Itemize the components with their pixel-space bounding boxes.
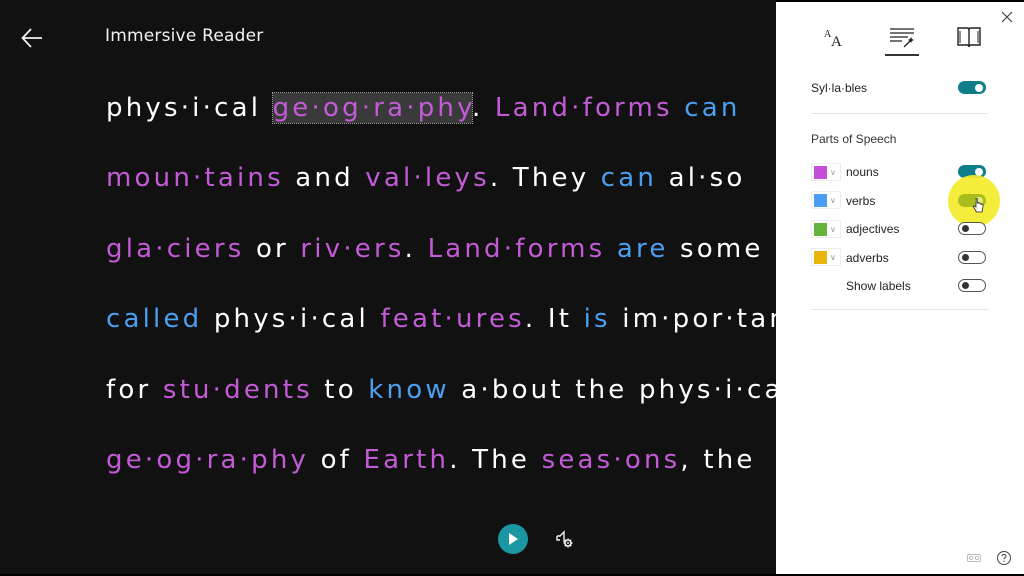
noun-word[interactable]: feat·ures	[380, 304, 524, 334]
show-labels-toggle[interactable]	[958, 279, 986, 292]
show-labels-label: Show labels	[846, 279, 911, 293]
reading-text: phys·i·cal ge·og·ra·phy. Land·forms can m…	[106, 73, 776, 495]
text-word: phys·i·cal	[106, 93, 262, 123]
adjectives-label: adjectives	[846, 222, 900, 236]
verbs-color-picker[interactable]: ∨	[811, 191, 841, 209]
app-title: Immersive Reader	[105, 26, 264, 46]
adjectives-color-picker[interactable]: ∨	[811, 220, 841, 238]
adjectives-toggle[interactable]	[958, 222, 986, 235]
noun-word[interactable]: riv·ers	[300, 234, 404, 264]
divider	[811, 113, 988, 114]
noun-word[interactable]: gla·ciers	[106, 234, 244, 264]
adverbs-label: adverbs	[846, 251, 889, 265]
hand-cursor-icon	[972, 198, 984, 213]
chevron-down-icon: ∨	[830, 167, 836, 177]
text-word: . It	[524, 304, 584, 335]
tab-reading-preferences[interactable]	[952, 20, 986, 54]
play-button[interactable]	[498, 524, 528, 554]
text-word: im·por·tant	[622, 304, 776, 335]
text-line: gla·ciers or riv·ers. Land·forms are som…	[106, 214, 776, 284]
verb-word[interactable]: can	[684, 93, 740, 123]
help-icon	[997, 551, 1011, 565]
noun-word[interactable]: moun·tains	[106, 163, 284, 193]
text-word: .	[471, 93, 495, 123]
verbs-color-swatch	[814, 193, 827, 207]
noun-word[interactable]: stu·dents	[163, 375, 313, 405]
verb-word[interactable]: know	[368, 375, 450, 405]
chevron-down-icon: ∨	[830, 195, 836, 205]
tab-grammar-options[interactable]	[885, 20, 919, 56]
text-line: phys·i·cal ge·og·ra·phy. Land·forms can	[106, 73, 776, 143]
text-word: . The	[449, 444, 542, 475]
settings-panel: A A Syl·la·bles Parts of Speech ∨ nouns	[776, 2, 1024, 574]
text-word: . They	[489, 163, 601, 194]
chevron-down-icon: ∨	[830, 224, 836, 234]
nouns-label: nouns	[846, 165, 879, 179]
tab-text-preferences[interactable]: A A	[818, 20, 852, 54]
svg-text:A: A	[831, 34, 842, 49]
text-line: called phys·i·cal feat·ures. It is im·po…	[106, 284, 776, 354]
nouns-color-picker[interactable]: ∨	[811, 163, 841, 181]
verb-word[interactable]: called	[106, 304, 202, 334]
divider	[811, 309, 988, 310]
noun-word[interactable]: Land·forms	[495, 93, 673, 123]
text-word: .	[404, 233, 428, 264]
syllables-label: Syl·la·bles	[811, 81, 868, 95]
reader-view: Immersive Reader phys·i·cal ge·og·ra·phy…	[0, 0, 776, 574]
arrow-left-icon	[21, 28, 42, 48]
noun-word[interactable]: Land·forms	[428, 234, 606, 264]
verb-word[interactable]: is	[584, 304, 611, 334]
grammar-wand-icon	[890, 28, 914, 48]
play-icon	[509, 533, 518, 545]
noun-word[interactable]: val·leys	[365, 163, 490, 193]
text-word: of	[309, 444, 364, 475]
noun-word[interactable]: ge·og·ra·phy	[106, 445, 309, 475]
vr-headset-icon	[967, 554, 981, 562]
text-word: phys·i·cal	[202, 304, 381, 335]
panel-tabs: A A	[776, 20, 1024, 56]
voice-settings-icon	[556, 530, 573, 548]
nouns-color-swatch	[814, 165, 827, 179]
text-word	[673, 93, 684, 123]
chevron-down-icon: ∨	[830, 252, 836, 262]
adverbs-color-picker[interactable]: ∨	[811, 248, 841, 266]
back-button[interactable]	[18, 24, 46, 52]
verb-word[interactable]: can	[601, 163, 657, 193]
playback-controls	[498, 523, 576, 555]
voice-settings-button[interactable]	[554, 528, 576, 550]
text-word: or	[244, 233, 301, 264]
text-line: moun·tains and val·leys. They can al·so	[106, 143, 776, 213]
text-word: a·bout the phys·i·cal	[449, 374, 776, 405]
text-size-icon: A A	[824, 29, 842, 49]
adverbs-toggle[interactable]	[958, 251, 986, 264]
verbs-label: verbs	[846, 194, 876, 208]
syllables-toggle[interactable]	[958, 81, 986, 94]
noun-word[interactable]: Earth	[364, 445, 450, 475]
text-word: some	[668, 233, 764, 264]
selected-word[interactable]: ge·og·ra·phy	[271, 92, 473, 124]
noun-word[interactable]: seas·ons	[542, 445, 681, 475]
text-word	[261, 93, 272, 123]
adjectives-color-swatch	[814, 222, 827, 236]
text-word: to	[312, 374, 369, 405]
text-line: for stu·dents to know a·bout the phys·i·…	[106, 355, 776, 425]
book-icon	[957, 27, 981, 48]
immersive-view-button[interactable]	[966, 550, 982, 566]
text-word	[605, 234, 616, 264]
text-word: , the	[680, 444, 756, 475]
text-word: for	[106, 374, 163, 405]
verb-word[interactable]: are	[617, 234, 669, 264]
text-line: ge·og·ra·phy of Earth. The seas·ons, the	[106, 425, 776, 495]
text-word: al·so	[657, 163, 746, 194]
text-word: and	[283, 163, 366, 194]
help-button[interactable]	[996, 550, 1012, 566]
adverbs-color-swatch	[814, 250, 827, 264]
parts-of-speech-title: Parts of Speech	[811, 132, 897, 146]
